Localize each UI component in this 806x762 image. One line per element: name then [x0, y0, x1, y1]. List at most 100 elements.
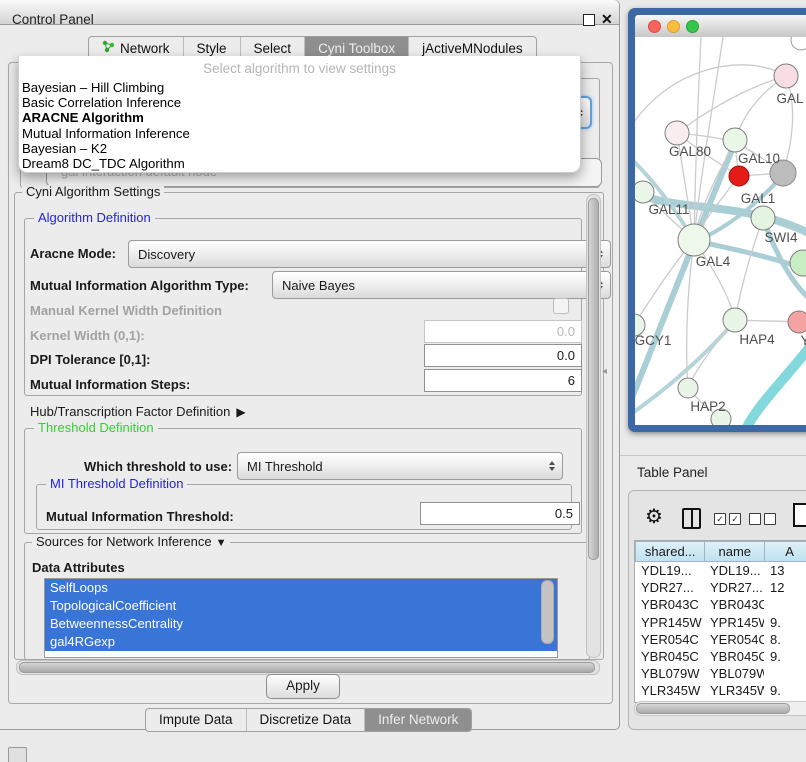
network-node-gal[interactable] — [774, 64, 798, 88]
table-cell: YBR043C — [635, 596, 704, 613]
table-row[interactable]: YER054CYER054C8. — [635, 631, 806, 648]
table-cell — [764, 665, 806, 682]
panel-grip-icon[interactable] — [8, 747, 27, 762]
tab-cyni-toolbox-label: Cyni Toolbox — [318, 41, 395, 56]
mi-steps-field[interactable]: 6 — [424, 369, 582, 392]
table-cell: YPR145W — [635, 614, 704, 631]
table-row[interactable]: YLR345WYLR345W9. — [635, 682, 806, 699]
network-node-gal80[interactable] — [665, 121, 689, 145]
tab-impute-data[interactable]: Impute Data — [146, 709, 246, 731]
document-icon[interactable] — [793, 503, 806, 527]
algorithm-option-bayesian-k2[interactable]: Bayesian – K2 — [19, 141, 580, 156]
checkbox-checked-icon[interactable]: ✓ — [729, 513, 741, 525]
attribute-item-betweennesscentrality[interactable]: BetweennessCentrality — [45, 615, 557, 633]
tab-impute-data-label: Impute Data — [159, 712, 233, 727]
network-node-gal10[interactable] — [723, 128, 747, 152]
dropdown-options: Bayesian – Hill ClimbingBasic Correlatio… — [19, 80, 580, 171]
float-window-icon[interactable] — [583, 14, 595, 26]
tab-discretize-data[interactable]: Discretize Data — [246, 709, 365, 731]
mi-steps-label: Mutual Information Steps: — [30, 377, 190, 392]
attributes-list-scrollbar[interactable] — [541, 580, 554, 644]
screen: Control Panel ✕ NetworkStyleSelectCyni T… — [0, 0, 806, 762]
which-threshold-value: MI Threshold — [247, 459, 323, 474]
network-canvas[interactable]: GALGAL80GAL10GAL1GAL11SWI4GAL4HAP4GCY1YH… — [635, 37, 806, 425]
table-cell: YBR045C — [635, 648, 704, 665]
table-row[interactable]: YDL19...YDL19...13 — [635, 562, 806, 579]
settings-horizontal-scrollbar-thumb[interactable] — [19, 662, 595, 673]
dropdown-prompt: Select algorithm to view settings — [19, 56, 580, 80]
table-cell: 9. — [764, 648, 806, 665]
network-node[interactable] — [729, 166, 749, 186]
close-icon[interactable]: ✕ — [601, 11, 613, 28]
table-cell: YLR345W — [704, 682, 764, 699]
network-edge[interactable] — [745, 343, 806, 425]
tab-network-label: Network — [120, 41, 170, 56]
network-icon — [102, 40, 115, 56]
column-header-a[interactable]: A — [765, 541, 806, 562]
checkbox-unchecked-icon[interactable] — [749, 513, 761, 525]
bottom-tabbar: Impute Data Discretize DataInfer Network — [145, 708, 472, 732]
algorithm-option-aracne-algorithm[interactable]: ARACNE Algorithm — [19, 110, 580, 125]
network-edge[interactable] — [735, 218, 763, 320]
network-node-swi4[interactable] — [751, 206, 775, 230]
checkbox-checked-icon[interactable]: ✓ — [714, 513, 726, 525]
table-cell: YER054C — [635, 631, 704, 648]
table-row[interactable]: YPR145WYPR145W9. — [635, 614, 806, 631]
which-threshold-combobox[interactable]: MI Threshold — [237, 452, 563, 480]
algorithm-dropdown-popup: Select algorithm to view settings Bayesi… — [18, 56, 581, 173]
zoom-button[interactable] — [686, 20, 699, 33]
network-window-titlebar[interactable] — [635, 15, 806, 38]
table-row[interactable]: YBR045CYBR045C9. — [635, 648, 806, 665]
data-attributes-list[interactable]: SelfLoopsTopologicalCoefficientBetweenne… — [44, 578, 558, 658]
columns-icon[interactable] — [682, 508, 701, 529]
algorithm-option-mutual-information-inference[interactable]: Mutual Information Inference — [19, 126, 580, 141]
manual-kernel-checkbox — [553, 298, 569, 314]
algorithm-option-bayesian-hill-climbing[interactable]: Bayesian – Hill Climbing — [19, 80, 580, 95]
table-cell: YDL19... — [704, 562, 764, 579]
mi-threshold-field[interactable]: 0.5 — [420, 502, 580, 525]
node-label-gcy1: GCY1 — [635, 333, 671, 348]
attribute-item-gal4rgexp[interactable]: gal4RGexp — [45, 633, 557, 651]
tab-infer-network[interactable]: Infer Network — [364, 709, 471, 731]
minimize-button[interactable] — [667, 20, 680, 33]
table-horizontal-scrollbar-thumb[interactable] — [636, 703, 790, 714]
attribute-item-selfloops[interactable]: SelfLoops — [45, 579, 557, 597]
apply-button[interactable]: Apply — [266, 674, 340, 699]
network-node[interactable] — [790, 250, 806, 276]
algorithm-definition-title: Algorithm Definition — [34, 211, 155, 225]
table-cell: YDR27... — [704, 579, 764, 596]
node-label-hap4: HAP4 — [739, 332, 775, 347]
table-row[interactable]: YDR27...YDR27...12 — [635, 579, 806, 596]
dpi-tolerance-field[interactable]: 0.0 — [424, 344, 582, 367]
node-label-gal10: GAL10 — [738, 151, 780, 166]
panel-splitter-icon[interactable]: ◂ — [602, 366, 607, 377]
collapse-right-icon: ▶ — [236, 405, 245, 419]
checkbox-unchecked-icon[interactable] — [764, 513, 776, 525]
network-node-y[interactable] — [788, 311, 806, 333]
column-header-name[interactable]: name — [705, 541, 765, 562]
hub-section-toggle[interactable]: Hub/Transcription Factor Definition▶ — [30, 404, 246, 419]
tab-select-label: Select — [254, 41, 292, 56]
algorithm-option-dream8-dc-tdc-algorithm[interactable]: Dream8 DC_TDC Algorithm — [19, 156, 580, 171]
table-row[interactable]: YBR043CYBR043C — [635, 596, 806, 613]
sources-title: Sources for Network Inference — [36, 534, 212, 549]
network-edge[interactable] — [677, 76, 786, 133]
network-node-hap4[interactable] — [723, 308, 747, 332]
column-header-shared[interactable]: shared... — [635, 541, 705, 562]
table-body: YDL19...YDL19...13YDR27...YDR27...12YBR0… — [635, 562, 806, 703]
network-node-gal11[interactable] — [635, 181, 654, 203]
gear-icon[interactable]: ⚙ — [645, 504, 663, 529]
attribute-item-topologicalcoefficient[interactable]: TopologicalCoefficient — [45, 597, 557, 615]
node-table[interactable]: shared...nameA YDL19...YDL19...13YDR27..… — [634, 540, 806, 703]
algorithm-option-basic-correlation-inference[interactable]: Basic Correlation Inference — [19, 95, 580, 110]
close-button[interactable] — [648, 20, 661, 33]
aracne-mode-combobox[interactable]: Discovery — [128, 240, 611, 268]
network-node-gal4[interactable] — [678, 224, 710, 256]
table-row[interactable]: YBL079WYBL079W — [635, 665, 806, 682]
settings-vertical-scrollbar-thumb[interactable] — [588, 198, 599, 560]
network-node-hap2[interactable] — [678, 378, 698, 398]
network-node[interactable] — [791, 37, 806, 50]
table-cell: 12 — [764, 579, 806, 596]
sources-toggle[interactable]: Sources for Network Inference▼ — [32, 535, 230, 550]
mi-algorithm-type-combobox[interactable]: Naive Bayes — [272, 271, 611, 299]
